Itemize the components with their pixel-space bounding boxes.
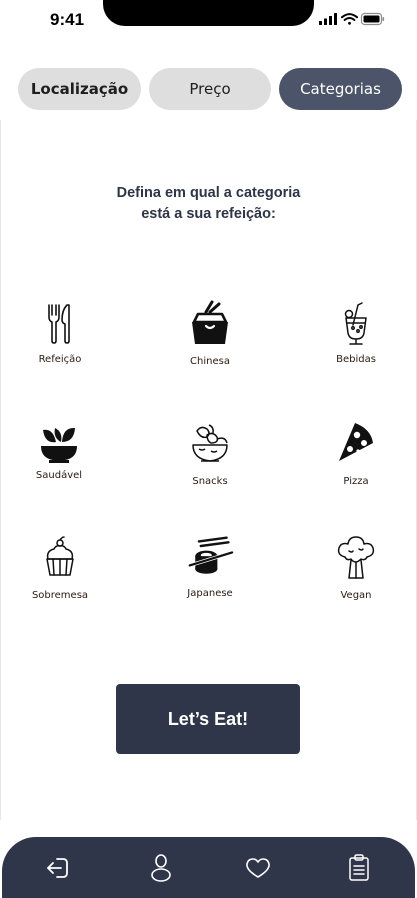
bottom-nav <box>2 837 415 898</box>
category-label: Saudável <box>35 470 83 481</box>
category-label: Bebidas <box>336 354 376 365</box>
category-label: Sobremesa <box>31 590 89 601</box>
category-snacks[interactable]: Snacks <box>160 420 260 487</box>
prompt-line-1: Defina em qual a categoria <box>116 185 301 201</box>
tab-preco[interactable]: Preço <box>149 68 271 110</box>
nav-favorites[interactable] <box>241 851 275 885</box>
category-pizza[interactable]: Pizza <box>306 418 406 487</box>
signal-icon <box>319 13 337 25</box>
category-label: Vegan <box>340 590 372 601</box>
tab-categorias[interactable]: Categorias <box>279 68 402 110</box>
left-frame-edge <box>0 120 1 820</box>
nav-profile[interactable] <box>144 851 178 885</box>
category-sobremesa[interactable]: Sobremesa <box>10 534 110 601</box>
status-bar: 9:41 <box>0 0 417 44</box>
device-notch <box>103 0 314 26</box>
cupcake-icon <box>36 534 84 582</box>
nav-orders[interactable] <box>342 851 376 885</box>
takeout-box-icon <box>186 300 234 348</box>
drink-glass-icon <box>332 300 380 348</box>
broccoli-icon <box>332 534 380 582</box>
battery-icon <box>360 12 385 26</box>
prompt-line-2: está a sua refeição: <box>141 206 276 222</box>
category-prompt: Defina em qual a categoria está a sua re… <box>0 183 417 225</box>
category-label: Pizza <box>343 476 369 487</box>
wifi-icon <box>341 13 358 25</box>
lets-eat-button[interactable]: Let’s Eat! <box>116 684 300 754</box>
heart-icon <box>246 858 270 878</box>
filter-tabs: Localização Preço Categorias <box>18 68 402 110</box>
category-refeicao[interactable]: Refeição <box>10 300 110 365</box>
category-chinesa[interactable]: Chinesa <box>160 300 260 367</box>
category-label: Chinesa <box>190 356 230 367</box>
category-bebidas[interactable]: Bebidas <box>306 300 406 365</box>
category-label: Snacks <box>192 476 228 487</box>
salad-bowl-icon <box>35 420 83 468</box>
sushi-chopsticks-icon <box>186 534 234 582</box>
status-icons <box>319 12 385 26</box>
category-saudavel[interactable]: Saudável <box>9 420 109 481</box>
clipboard-icon <box>349 854 369 881</box>
profile-icon <box>151 854 171 882</box>
nav-logout[interactable] <box>42 851 76 885</box>
fork-knife-icon <box>36 300 84 348</box>
category-japanese[interactable]: Japanese <box>160 534 260 599</box>
category-label: Japanese <box>187 588 233 599</box>
category-vegan[interactable]: Vegan <box>306 534 406 601</box>
pizza-slice-icon <box>332 418 380 466</box>
snack-bowl-icon <box>186 420 234 468</box>
tab-localizacao[interactable]: Localização <box>18 68 141 110</box>
status-time: 9:41 <box>50 10 85 29</box>
logout-icon <box>47 858 68 878</box>
category-label: Refeição <box>38 354 82 365</box>
